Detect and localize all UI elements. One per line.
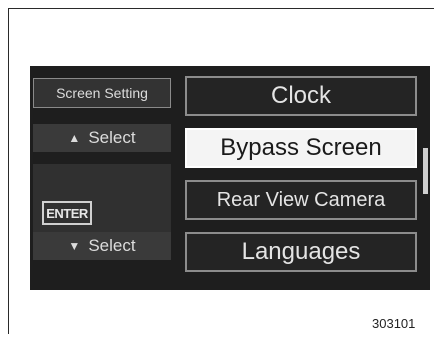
scrollbar[interactable]: [423, 148, 428, 194]
select-up-button[interactable]: ▲ Select: [33, 124, 171, 152]
select-down-label: Select: [88, 236, 136, 255]
menu-item-languages[interactable]: Languages: [185, 232, 417, 272]
enter-label: ENTER: [46, 205, 88, 221]
triangle-down-icon: ▼: [68, 239, 81, 253]
screen-setting-label: Screen Setting: [56, 85, 148, 101]
menu-item-clock[interactable]: Clock: [185, 76, 417, 116]
menu-item-label: Rear View Camera: [216, 188, 386, 211]
enter-button[interactable]: ENTER: [42, 201, 92, 225]
display-screen: Screen Setting ▲ Select ENTER ▼ Select C…: [30, 66, 430, 290]
menu-item-label: Languages: [241, 238, 361, 265]
select-down-button[interactable]: ▼ Select: [33, 232, 171, 260]
screen-setting-button[interactable]: Screen Setting: [33, 78, 171, 108]
figure-code: 303101: [372, 316, 416, 331]
triangle-up-icon: ▲: [68, 131, 81, 145]
menu-item-label: Bypass Screen: [220, 134, 382, 161]
select-up-label: Select: [88, 128, 136, 147]
menu-item-rear-view-camera[interactable]: Rear View Camera: [185, 180, 417, 220]
menu-item-label: Clock: [270, 82, 331, 109]
menu-item-bypass-screen[interactable]: Bypass Screen: [185, 128, 417, 168]
